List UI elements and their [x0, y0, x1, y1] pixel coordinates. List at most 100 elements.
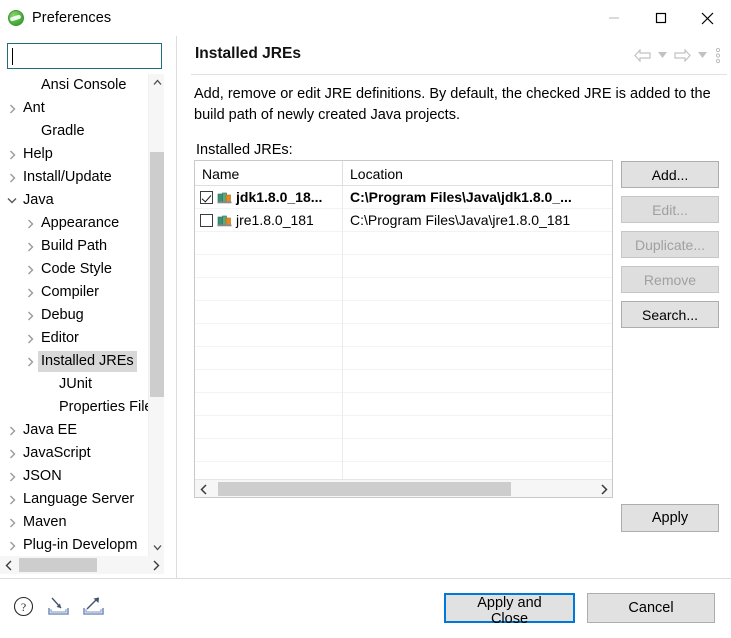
installed-jres-table[interactable]: Name Location jdk1.8.0_18... C:\Program F… — [194, 160, 613, 498]
table-empty-row — [195, 347, 612, 370]
sidebar-item-build-path[interactable]: Build Path — [0, 235, 162, 258]
table-hscroll-thumb[interactable] — [218, 482, 511, 496]
maximize-icon[interactable] — [637, 0, 684, 36]
chevron-down-icon[interactable] — [4, 189, 20, 212]
jre-checkbox[interactable] — [200, 213, 213, 227]
bottom-icon-group: ? — [10, 593, 106, 619]
sidebar-item-installed-jres[interactable]: Installed JREs — [0, 350, 162, 373]
sidebar-item-label: Help — [23, 146, 53, 162]
preferences-tree[interactable]: Ansi Console Ant Gradle Help Install/Update J… — [0, 74, 162, 556]
sidebar-item-javascript[interactable]: JavaScript — [0, 442, 162, 465]
back-dropdown-chevron-down-icon[interactable] — [655, 44, 669, 66]
chevron-right-icon[interactable] — [4, 488, 20, 511]
page-nav-tools — [631, 44, 725, 66]
sidebar-item-label: Java — [23, 192, 54, 208]
chevron-right-icon[interactable] — [22, 304, 38, 327]
vertical-dots-icon[interactable] — [711, 44, 725, 66]
chevron-right-icon[interactable] — [4, 419, 20, 442]
column-header-location[interactable]: Location — [343, 161, 612, 186]
forward-dropdown-chevron-down-icon[interactable] — [695, 44, 709, 66]
sidebar-item-json[interactable]: JSON — [0, 465, 162, 488]
table-cell-name[interactable]: jdk1.8.0_18... — [195, 185, 343, 209]
sidebar-item-gradle[interactable]: Gradle — [0, 120, 162, 143]
sidebar-item-maven[interactable]: Maven — [0, 511, 162, 534]
chevron-right-icon[interactable] — [4, 97, 20, 120]
sidebar-hscroll-thumb[interactable] — [19, 558, 97, 572]
export-icon[interactable] — [80, 593, 106, 619]
add-button[interactable]: Add... — [621, 161, 719, 188]
preferences-sidebar: Ansi Console Ant Gradle Help Install/Update J… — [0, 36, 177, 578]
sidebar-item-label: Language Server — [23, 491, 135, 507]
table-row[interactable]: jdk1.8.0_18... C:\Program Files\Java\jdk1… — [195, 185, 612, 209]
sidebar-item-editor[interactable]: Editor — [0, 327, 162, 350]
apply-and-close-button[interactable]: Apply and Close — [444, 593, 575, 627]
minimize-icon[interactable] — [590, 0, 637, 36]
sidebar-item-ant[interactable]: Ant — [0, 97, 162, 120]
sidebar-item-compiler[interactable]: Compiler — [0, 281, 162, 304]
sidebar-item-java-ee[interactable]: Java EE — [0, 419, 162, 442]
chevron-right-icon[interactable] — [4, 465, 20, 488]
sidebar-item-help[interactable]: Help — [0, 143, 162, 166]
sidebar-item-label: JUnit — [59, 376, 93, 392]
table-empty-cell — [195, 324, 343, 347]
sidebar-scroll-thumb[interactable] — [150, 152, 164, 397]
chevron-right-icon[interactable] — [22, 235, 38, 258]
duplicate-button: Duplicate... — [621, 231, 719, 258]
search-input[interactable] — [16, 44, 156, 68]
table-horizontal-scrollbar[interactable] — [195, 479, 612, 497]
jre-library-icon — [217, 213, 236, 227]
table-empty-cell — [195, 301, 343, 324]
table-cell-name[interactable]: jre1.8.0_181 — [195, 208, 343, 232]
help-icon[interactable]: ? — [10, 593, 36, 619]
sidebar-item-install-update[interactable]: Install/Update — [0, 166, 162, 189]
chevron-right-icon[interactable] — [22, 327, 38, 350]
table-scroll-left-icon[interactable] — [195, 480, 212, 497]
table-cell-location[interactable]: C:\Program Files\Java\jre1.8.0_181 — [343, 209, 612, 232]
sidebar-item-java[interactable]: Java — [0, 189, 162, 212]
window-controls — [590, 0, 731, 36]
table-empty-row — [195, 439, 612, 462]
apply-button[interactable]: Apply — [621, 504, 719, 532]
table-empty-row — [195, 232, 612, 255]
sidebar-item-plug-in-developm[interactable]: Plug-in Developm — [0, 534, 162, 556]
table-row[interactable]: jre1.8.0_181 C:\Program Files\Java\jre1.8… — [195, 208, 612, 232]
forward-arrow-icon[interactable] — [671, 44, 693, 66]
close-icon[interactable] — [684, 0, 731, 36]
jre-checkbox[interactable] — [200, 190, 213, 204]
chevron-right-icon[interactable] — [4, 511, 20, 534]
column-header-name[interactable]: Name — [195, 161, 343, 186]
chevron-right-icon[interactable] — [4, 442, 20, 465]
scroll-left-icon[interactable] — [0, 556, 17, 574]
sidebar-item-language-server[interactable]: Language Server — [0, 488, 162, 511]
chevron-right-icon[interactable] — [22, 212, 38, 235]
back-arrow-icon[interactable] — [631, 44, 653, 66]
cancel-button[interactable]: Cancel — [587, 593, 715, 623]
table-empty-cell — [195, 393, 343, 416]
sidebar-item-ansi-console[interactable]: Ansi Console — [0, 74, 162, 97]
table-body: jdk1.8.0_18... C:\Program Files\Java\jdk1… — [195, 185, 612, 485]
table-cell-location[interactable]: C:\Program Files\Java\jdk1.8.0_... — [343, 186, 612, 209]
scroll-down-icon[interactable] — [149, 539, 165, 556]
chevron-right-icon[interactable] — [22, 350, 38, 373]
sidebar-item-label: Plug-in Developm — [23, 537, 138, 553]
filter-box[interactable] — [7, 43, 162, 69]
chevron-right-icon[interactable] — [4, 166, 20, 189]
chevron-right-icon[interactable] — [4, 143, 20, 166]
table-scroll-right-icon[interactable] — [595, 480, 612, 497]
chevron-right-icon[interactable] — [22, 258, 38, 281]
sidebar-item-properties-file[interactable]: Properties File — [0, 396, 162, 419]
sidebar-horizontal-scrollbar[interactable] — [0, 556, 164, 574]
import-icon[interactable] — [45, 593, 71, 619]
search-button[interactable]: Search... — [621, 301, 719, 328]
scroll-right-icon[interactable] — [147, 556, 164, 574]
chevron-right-icon[interactable] — [4, 534, 20, 556]
sidebar-item-code-style[interactable]: Code Style — [0, 258, 162, 281]
chevron-right-icon[interactable] — [22, 281, 38, 304]
dialog-bottom-bar: ? Apply and Close Cancel — [0, 579, 731, 638]
sidebar-item-junit[interactable]: JUnit — [0, 373, 162, 396]
sidebar-vertical-scrollbar[interactable] — [148, 74, 164, 556]
scroll-up-icon[interactable] — [149, 74, 165, 91]
sidebar-item-debug[interactable]: Debug — [0, 304, 162, 327]
sidebar-item-appearance[interactable]: Appearance — [0, 212, 162, 235]
